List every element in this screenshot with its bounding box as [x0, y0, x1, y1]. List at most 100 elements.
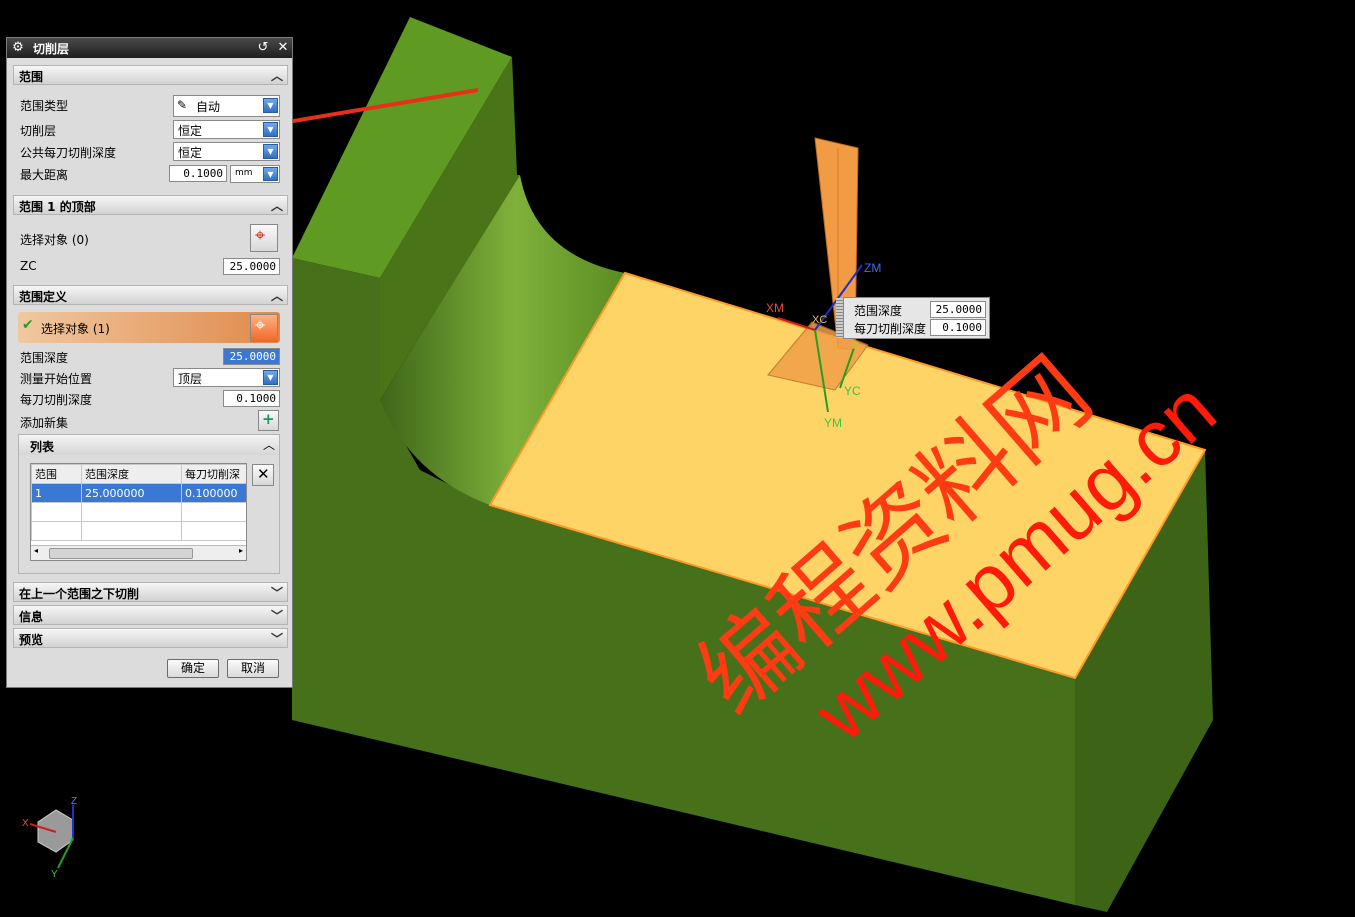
chevron-down-icon: ﹀ [270, 609, 283, 623]
chevron-down-icon: ﹀ [270, 586, 283, 600]
table-cell: 1 [31, 483, 82, 503]
crosshair-icon: ⌖ [255, 225, 266, 246]
range-depth-label: 范围深度 [20, 351, 69, 365]
cut-levels-dialog: ⚙ 切削层 ↺ ✕ 范围 ︿ 范围类型 ✎ 自动 ▼ 切削层 恒定 ▼ 公共每刀… [6, 37, 293, 688]
range-type-label: 范围类型 [20, 99, 69, 113]
section-preview-header[interactable]: 预览 ﹀ [13, 628, 288, 648]
section-top-title: 范围 1 的顶部 [19, 200, 96, 214]
zm-label: ZM [864, 261, 882, 275]
crosshair-icon: ⌖ [255, 315, 266, 336]
common-depth-value: 恒定 [178, 146, 203, 160]
top-select-label: 选择对象 (0) [20, 233, 89, 247]
checkmark-icon: ✔ [22, 317, 34, 333]
section-info-title: 信息 [19, 610, 44, 624]
yc-label: YC [844, 384, 861, 398]
ok-button[interactable]: 确定 [167, 659, 219, 678]
list-group: 列表 ︿ 范围 范围深度 每刀切削深 1 25.000000 0.100000 [18, 434, 280, 574]
chevron-down-icon: ▼ [263, 167, 278, 181]
unit-value: mm [235, 168, 253, 178]
measure-from-value: 顶层 [178, 372, 203, 386]
column-header[interactable]: 范围深度 [81, 464, 182, 484]
table-row[interactable] [31, 521, 246, 541]
ym-label: YM [824, 416, 842, 430]
arrow-right-icon[interactable]: ▸ [239, 546, 243, 555]
popup-depth-per-cut-input[interactable]: 0.1000 [930, 319, 986, 336]
section-range-header[interactable]: 范围 ︿ [13, 65, 288, 85]
range-depth-input[interactable]: 25.0000 [223, 348, 280, 365]
common-depth-label: 公共每刀切削深度 [20, 146, 117, 160]
list-table[interactable]: 范围 范围深度 每刀切削深 1 25.000000 0.100000 ◂ ▸ [30, 463, 247, 561]
zc-label: ZC [20, 259, 37, 273]
xc-label: XC [812, 314, 828, 326]
cut-levels-select[interactable]: 恒定 ▼ [173, 120, 280, 139]
section-range-title: 范围 [19, 70, 44, 84]
chevron-down-icon: ▼ [263, 144, 278, 159]
section-top-header[interactable]: 范围 1 的顶部 ︿ [13, 195, 288, 215]
table-row[interactable]: 1 25.000000 0.100000 [31, 483, 246, 503]
depth-per-cut-label: 每刀切削深度 [20, 393, 93, 407]
xm-label: XM [766, 301, 784, 315]
max-distance-unit-select[interactable]: mm ▼ [230, 165, 280, 183]
chevron-down-icon: ▼ [263, 370, 278, 385]
range-type-value: 自动 [196, 100, 221, 114]
triad-x-label: X [22, 818, 29, 829]
chevron-up-icon: ︿ [262, 438, 275, 452]
scroll-thumb[interactable] [49, 548, 193, 559]
chevron-up-icon: ︿ [270, 69, 283, 83]
measure-from-select[interactable]: 顶层 ▼ [173, 368, 280, 387]
chevron-down-icon: ▼ [263, 122, 278, 137]
table-cell: 25.000000 [81, 483, 182, 503]
add-icon: + [262, 410, 275, 428]
list-header[interactable]: 列表 ︿ [19, 435, 279, 455]
chevron-down-icon: ﹀ [270, 632, 283, 646]
section-preview-title: 预览 [19, 633, 44, 647]
horizontal-scrollbar[interactable]: ◂ ▸ [31, 545, 246, 560]
range-type-select[interactable]: ✎ 自动 ▼ [173, 95, 280, 117]
close-icon[interactable]: ✕ [275, 40, 291, 56]
popup-grip[interactable] [836, 298, 843, 338]
active-select-row[interactable]: ✔ 选择对象 (1) ⌖ [18, 312, 280, 343]
triad-y-label: Y [51, 869, 58, 880]
def-select-label: 选择对象 (1) [41, 322, 110, 336]
gear-icon[interactable]: ⚙ [10, 40, 26, 56]
dialog-titlebar[interactable]: ⚙ 切削层 ↺ ✕ [7, 38, 292, 58]
popup-range-depth-input[interactable]: 25.0000 [930, 301, 986, 318]
max-distance-input[interactable]: 0.1000 [169, 165, 227, 182]
chevron-up-icon: ︿ [270, 289, 283, 303]
table-row[interactable] [31, 502, 246, 522]
triad-z-label: Z [71, 796, 78, 807]
section-def-title: 范围定义 [19, 290, 68, 304]
select-object-button[interactable]: ⌖ [250, 224, 278, 252]
section-info-header[interactable]: 信息 ﹀ [13, 605, 288, 625]
table-cell: 0.100000 [181, 483, 246, 503]
chevron-up-icon: ︿ [270, 199, 283, 213]
section-below-prev-title: 在上一个范围之下切削 [19, 587, 140, 601]
column-header[interactable]: 范围 [31, 464, 82, 484]
section-below-prev-header[interactable]: 在上一个范围之下切削 ﹀ [13, 582, 288, 602]
measure-from-label: 测量开始位置 [20, 372, 93, 386]
auto-edit-icon: ✎ [177, 98, 188, 112]
reset-icon[interactable]: ↺ [255, 40, 271, 56]
common-depth-select[interactable]: 恒定 ▼ [173, 142, 280, 161]
list-title: 列表 [30, 440, 55, 454]
dialog-title: 切削层 [33, 42, 70, 56]
delete-row-button[interactable]: ✕ [252, 464, 274, 486]
column-header[interactable]: 每刀切削深 [181, 464, 246, 484]
add-set-label: 添加新集 [20, 416, 69, 430]
popup-depth-per-cut-label: 每刀切削深度 [854, 322, 927, 336]
depth-per-cut-input[interactable]: 0.1000 [223, 390, 280, 407]
cancel-button[interactable]: 取消 [227, 659, 279, 678]
chevron-down-icon: ▼ [263, 98, 278, 113]
max-distance-label: 最大距离 [20, 168, 69, 182]
arrow-left-icon[interactable]: ◂ [34, 546, 38, 555]
select-object-button-active[interactable]: ⌖ [250, 314, 278, 342]
zc-input[interactable]: 25.0000 [223, 258, 280, 275]
origin-handle[interactable] [851, 341, 859, 349]
section-def-header[interactable]: 范围定义 ︿ [13, 285, 288, 305]
dynamic-input-popup: 范围深度 25.0000 每刀切削深度 0.1000 [836, 297, 990, 339]
cut-levels-value: 恒定 [178, 124, 203, 138]
cut-levels-label: 切削层 [20, 124, 57, 138]
add-set-button[interactable]: + [258, 410, 279, 431]
popup-range-depth-label: 范围深度 [854, 304, 903, 318]
delete-icon: ✕ [257, 465, 270, 483]
